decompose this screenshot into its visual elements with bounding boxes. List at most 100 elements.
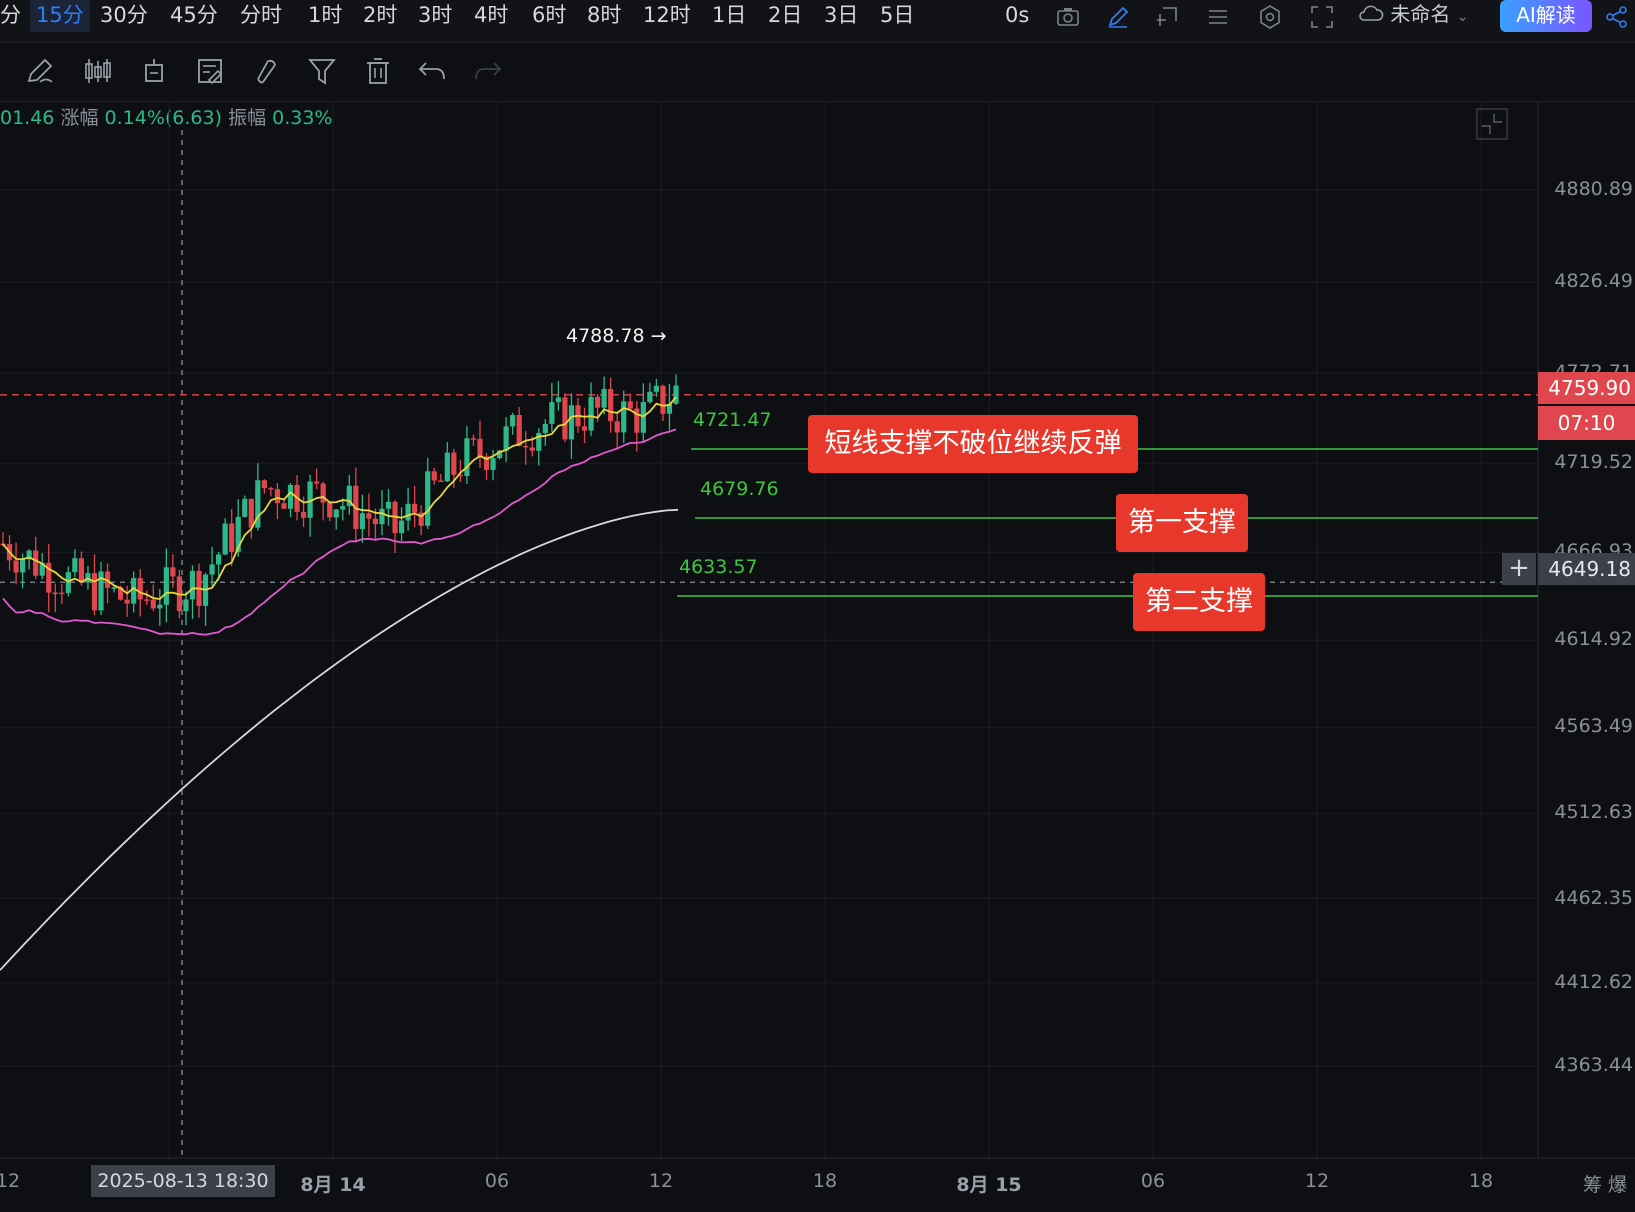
time-tick-4: 18 — [812, 1170, 838, 1192]
price-tick-8: 4462.35 — [1554, 886, 1633, 909]
timeframe-8[interactable]: 4时 — [474, 0, 508, 32]
drawing-toolbar — [0, 43, 1635, 102]
timeframe-10[interactable]: 8时 — [587, 0, 621, 32]
candle-body — [300, 511, 307, 518]
candle-body — [568, 405, 575, 440]
redo-icon[interactable] — [472, 55, 504, 87]
candle-body — [412, 503, 418, 513]
candle-body — [189, 570, 196, 600]
candle-body — [464, 438, 470, 476]
candle-body — [608, 388, 614, 422]
candle-body — [425, 471, 431, 526]
current-price-label: 4759.90 — [1538, 372, 1635, 404]
first-support-note[interactable]: 第一支撑 — [1116, 494, 1248, 552]
timeframe-4[interactable]: 分时 — [240, 0, 282, 32]
ai-analysis-button[interactable]: AI解读 — [1500, 0, 1592, 32]
candle-body — [562, 397, 568, 440]
short-support-price: 4721.47 — [693, 409, 772, 431]
candle-body — [405, 503, 411, 521]
countdown-toggle[interactable]: 0s — [1005, 0, 1029, 32]
candle-body — [222, 523, 228, 555]
timeframe-6[interactable]: 2时 — [363, 0, 397, 32]
candle-body — [588, 396, 594, 431]
candle-body — [52, 592, 58, 595]
price-tick-3: 4719.52 — [1554, 451, 1633, 474]
filter-icon[interactable] — [306, 55, 338, 87]
candle-body — [65, 572, 71, 593]
price-tick-10: 4363.44 — [1554, 1054, 1633, 1076]
candle-body — [470, 438, 477, 440]
candle-body — [281, 503, 287, 509]
candle-body — [359, 513, 365, 530]
candle-body — [438, 480, 444, 482]
indicator-icon[interactable] — [138, 55, 170, 87]
candle-body — [627, 401, 633, 409]
candles-icon[interactable] — [82, 55, 114, 87]
candle-body — [555, 397, 561, 403]
second-support-note[interactable]: 第二支撑 — [1133, 573, 1265, 631]
candle-body — [144, 599, 150, 601]
draw-pen-icon[interactable] — [1105, 4, 1131, 30]
undo-icon[interactable] — [416, 55, 448, 87]
candle-body — [229, 523, 235, 552]
candle-body — [340, 506, 346, 510]
candle-body — [660, 385, 666, 414]
time-tick-7: 12 — [1304, 1170, 1330, 1192]
candle-body — [59, 592, 65, 595]
axis-corner-label: 筹 爆 — [1583, 1174, 1628, 1196]
candle-body — [366, 513, 372, 519]
price-chart[interactable] — [0, 102, 1635, 1160]
candle-body — [72, 558, 78, 573]
timeframe-3[interactable]: 45分 — [170, 0, 218, 32]
timeframe-5[interactable]: 1时 — [308, 0, 342, 32]
candle-body — [490, 458, 496, 470]
candle-body — [529, 447, 535, 451]
timeframe-9[interactable]: 6时 — [532, 0, 566, 32]
camera-icon[interactable] — [1055, 4, 1081, 30]
candle-body — [183, 599, 189, 612]
candle-body — [379, 508, 385, 525]
candle-body — [111, 587, 117, 589]
fullscreen-icon[interactable] — [1309, 4, 1335, 30]
candle-body — [170, 567, 176, 577]
candle-body — [209, 564, 215, 575]
workspace-menu[interactable]: 未命名 ⌄ — [1358, 0, 1468, 30]
candle-body — [653, 385, 659, 392]
timeframe-11[interactable]: 12时 — [643, 0, 691, 32]
collapse-panel-icon[interactable] — [1476, 108, 1508, 140]
timeframe-1[interactable]: 15分 — [30, 0, 90, 32]
short-support-note[interactable]: 短线支撑不破位继续反弹 — [808, 415, 1138, 473]
pencil-icon[interactable] — [24, 55, 56, 87]
candle-body — [673, 385, 679, 404]
candle-body — [131, 578, 137, 604]
timeframe-12[interactable]: 1日 — [712, 0, 746, 32]
candle-body — [242, 498, 248, 517]
add-window-icon[interactable] — [1155, 4, 1181, 30]
bar-countdown-label: 07:10 — [1538, 406, 1635, 440]
trash-icon[interactable] — [362, 55, 394, 87]
magnet-icon[interactable] — [250, 55, 282, 87]
candle-body — [398, 520, 405, 534]
candle-body — [33, 550, 39, 576]
timeframe-0[interactable]: 分 — [0, 0, 21, 32]
layout-list-icon[interactable] — [1205, 4, 1231, 30]
candle-body — [647, 391, 653, 403]
candle-body — [510, 414, 516, 427]
share-icon[interactable] — [1604, 4, 1630, 30]
crosshair-plus-button[interactable]: + — [1502, 553, 1536, 585]
candle-body — [78, 558, 85, 583]
timeframe-13[interactable]: 2日 — [768, 0, 802, 32]
template-icon[interactable] — [194, 55, 226, 87]
moving-averages — [0, 396, 679, 971]
candle-body — [314, 481, 320, 484]
candle-body — [542, 423, 548, 434]
high-price-marker: 4788.78 → — [566, 325, 667, 347]
timeframe-15[interactable]: 5日 — [880, 0, 914, 32]
settings-gear-icon[interactable] — [1257, 4, 1283, 30]
timeframe-7[interactable]: 3时 — [418, 0, 452, 32]
timeframe-14[interactable]: 3日 — [824, 0, 858, 32]
candle-body — [268, 488, 274, 490]
candle-body — [581, 426, 588, 431]
timeframe-2[interactable]: 30分 — [100, 0, 148, 32]
candle-body — [477, 438, 483, 457]
